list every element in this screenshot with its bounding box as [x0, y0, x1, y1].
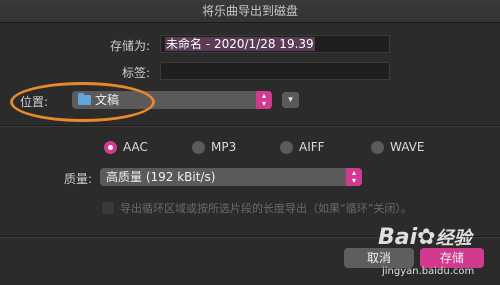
- export-dialog: 将乐曲导出到磁盘 存储为: 未命名 - 2020/1/28 19.39 标签: …: [0, 0, 500, 285]
- format-label: AIFF: [299, 140, 325, 154]
- quality-value: 高质量 (192 kBit/s): [106, 170, 216, 184]
- expand-browser-button[interactable]: ▾: [282, 92, 299, 108]
- radio-icon: [371, 140, 384, 154]
- dialog-title: 将乐曲导出到磁盘: [0, 0, 500, 23]
- format-radio-mp3[interactable]: MP3: [192, 140, 236, 154]
- quality-label: 质量:: [63, 172, 92, 186]
- save-as-value: 未命名 - 2020/1/28 19.39: [165, 37, 315, 51]
- watermark-brand: Bai: [378, 225, 418, 250]
- save-as-label: 存储为:: [109, 39, 150, 53]
- format-label: WAVE: [390, 140, 425, 154]
- chevron-down-icon: ▾: [288, 95, 293, 105]
- format-radio-aiff[interactable]: AIFF: [280, 140, 325, 154]
- tags-label: 标签:: [121, 66, 150, 80]
- location-value: 文稿: [95, 93, 120, 107]
- radio-selected-icon: [104, 140, 117, 154]
- format-radio-aac[interactable]: AAC: [104, 140, 148, 154]
- checkbox-icon: [102, 202, 114, 214]
- location-popup[interactable]: 文稿 ▴ ▾: [72, 91, 272, 109]
- section-divider: [0, 125, 500, 127]
- radio-icon: [192, 140, 205, 154]
- paw-icon: ✿: [417, 225, 436, 250]
- chevron-updown-icon: ▴ ▾: [256, 91, 272, 109]
- format-label: AAC: [123, 140, 148, 154]
- chevron-updown-icon: ▴ ▾: [346, 168, 362, 186]
- format-label: MP3: [211, 140, 237, 154]
- save-as-field[interactable]: 未命名 - 2020/1/28 19.39: [160, 35, 390, 53]
- quality-popup[interactable]: 高质量 (192 kBit/s) ▴ ▾: [100, 168, 362, 186]
- save-button[interactable]: 存储: [420, 248, 484, 268]
- watermark-logo: Bai✿经验: [378, 224, 472, 250]
- cycle-checkbox[interactable]: 导出循环区域或按所选片段的长度导出（如果“循环”关闭）。: [102, 200, 412, 216]
- watermark-url: jingyan.baidu.com: [382, 266, 475, 277]
- cancel-button[interactable]: 取消: [344, 248, 414, 268]
- tags-field[interactable]: [160, 62, 390, 80]
- location-label: 位置:: [20, 95, 49, 109]
- watermark-brand2: 经验: [435, 228, 472, 249]
- radio-icon: [280, 140, 293, 154]
- folder-icon: [78, 93, 91, 105]
- format-radio-wave[interactable]: WAVE: [371, 140, 424, 154]
- cycle-checkbox-label: 导出循环区域或按所选片段的长度导出（如果“循环”关闭）。: [120, 202, 412, 215]
